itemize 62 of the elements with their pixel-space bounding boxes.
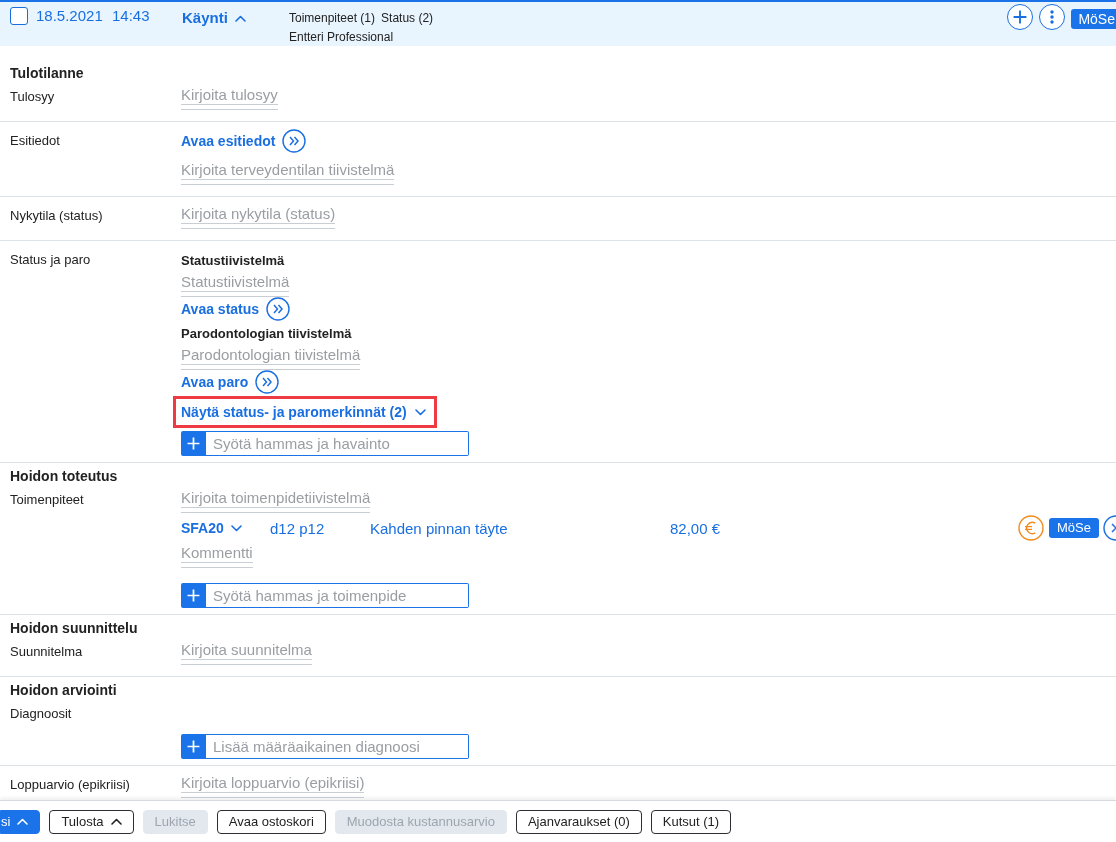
author-name: Entteri Professional	[289, 30, 394, 44]
euro-icon[interactable]	[1018, 515, 1045, 541]
input-field[interactable]: Syötä hammas ja havainto	[206, 431, 469, 456]
subheading: Parodontologian tiivistelmä	[181, 325, 352, 341]
procedure-name[interactable]: Kahden pinnan täyte	[370, 519, 508, 537]
text-field[interactable]: Statustiivistelmä	[181, 272, 290, 292]
text-field[interactable]: Kirjoita nykytila (status)	[181, 204, 336, 224]
plus-icon	[187, 437, 200, 450]
row-label: Tulosyy	[10, 88, 55, 106]
text-field[interactable]: Kirjoita loppuarvio (epikriisi)	[181, 773, 365, 793]
toolbar-button[interactable]: Tulosta	[49, 809, 134, 834]
section-title: Hoidon suunnittelu	[10, 619, 138, 638]
text-field[interactable]: Kirjoita toimenpidetiivistelmä	[181, 488, 371, 508]
toolbar-button[interactable]: Avaa ostoskori	[216, 809, 326, 834]
visit-date: 18.5.2021	[36, 6, 104, 26]
row-label: Nykytila (status)	[10, 207, 103, 225]
more-icon	[1050, 10, 1055, 24]
row-label: Loppuarvio (epikriisi)	[10, 776, 130, 794]
text-field[interactable]: Parodontologian tiivistelmä	[181, 345, 361, 365]
visit-time: 14:43	[112, 6, 151, 26]
row-label: Diagnoosit	[10, 705, 72, 723]
open-link[interactable]: Avaa esitiedot	[181, 133, 276, 149]
row-label: Status ja paro	[10, 251, 91, 269]
text-field[interactable]: Kirjoita terveydentilan tiivistelmä	[181, 160, 395, 180]
markings-toggle[interactable]: Näytä status- ja paromerkinnät (2)	[173, 396, 437, 428]
text-field[interactable]: Kirjoita suunnitelma	[181, 640, 312, 660]
plus-icon	[1013, 10, 1028, 24]
tag-button[interactable]: MöSe	[1071, 9, 1116, 29]
double-chevron-icon[interactable]	[255, 370, 280, 394]
open-link[interactable]: Avaa paro	[181, 374, 249, 390]
section-title: Tulotilanne	[10, 64, 84, 83]
open-link[interactable]: Avaa status	[181, 301, 260, 317]
section-title: Hoidon arviointi	[10, 681, 117, 700]
section-title: Hoidon toteutus	[10, 467, 118, 486]
summary-count: Status (2)	[381, 10, 434, 27]
add-button[interactable]	[181, 734, 206, 759]
subheading: Statustiivistelmä	[181, 252, 285, 268]
double-chevron-icon[interactable]	[266, 297, 291, 321]
summary-count: Toimenpiteet (1)	[289, 10, 376, 27]
row-label: Toimenpiteet	[10, 491, 84, 509]
text-field[interactable]: Kommentti	[181, 543, 253, 563]
tag-button[interactable]: MöSe	[1049, 518, 1099, 538]
input-field[interactable]: Syötä hammas ja toimenpide	[206, 583, 469, 608]
input-field[interactable]: Lisää määräaikainen diagnoosi	[206, 734, 469, 759]
procedure-code[interactable]: SFA20	[181, 520, 242, 536]
double-chevron-icon[interactable]	[282, 129, 307, 153]
more-button[interactable]	[1039, 4, 1066, 30]
row-label: Suunnitelma	[10, 643, 83, 661]
procedure-price: 82,00 €	[670, 519, 721, 537]
toolbar-button[interactable]: Ajanvaraukset (0)	[515, 809, 642, 834]
toolbar-button[interactable]: si	[0, 809, 41, 834]
tooth-code[interactable]: d12 p12	[270, 519, 325, 537]
plus-icon	[187, 589, 200, 602]
row-label: Esitiedot	[10, 132, 60, 150]
toolbar-button[interactable]: Kutsut (1)	[650, 809, 732, 834]
text-field[interactable]: Kirjoita tulosyy	[181, 85, 278, 105]
plus-icon	[187, 740, 200, 753]
visit-type-toggle[interactable]: Käynti	[182, 8, 246, 28]
add-button[interactable]	[1007, 4, 1034, 30]
checkbox[interactable]	[10, 7, 28, 25]
add-button[interactable]	[181, 583, 206, 608]
add-button[interactable]	[181, 431, 206, 456]
